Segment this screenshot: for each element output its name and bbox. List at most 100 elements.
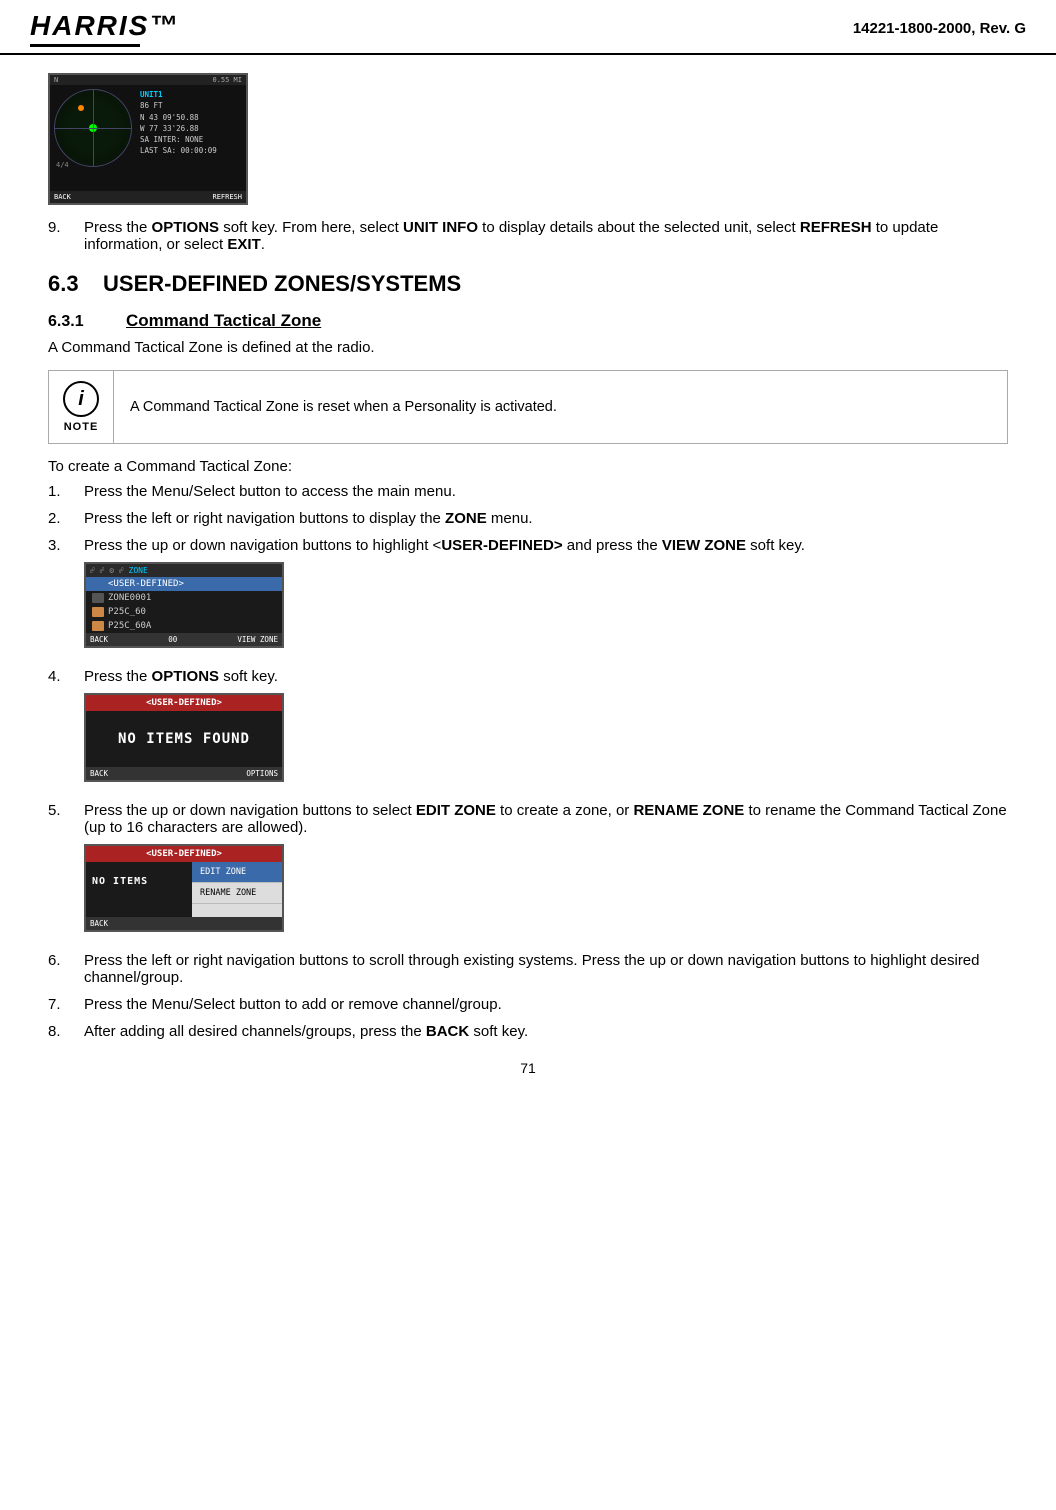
soft-key-refresh: REFRESH [212,193,242,201]
page-footer: 71 [48,1060,1008,1086]
doc-number: 14221-1800-2000, Rev. G [853,20,1026,37]
options-keyword: OPTIONS [152,219,220,236]
soft-options: OPTIONS [246,769,278,778]
screen-distance: 0.55 MI [212,76,242,84]
screen-soft-keys: BACK REFRESH [50,191,246,203]
back-keyword: BACK [426,1023,469,1040]
soft-back-3: BACK [90,769,108,778]
p25c60-label: P25C_60 [108,607,146,617]
step-2: 2. Press the left or right navigation bu… [48,510,1008,527]
p25c60a-label: P25C_60A [108,621,151,631]
soft-back-2: BACK [90,635,108,644]
radar-main: 4/4 UNIT1 86 FT N 43 09'50.88 W 77 33'26… [50,85,246,173]
note-box: i NOTE A Command Tactical Zone is reset … [48,370,1008,444]
section-631-title: Command Tactical Zone [126,311,321,331]
zone-keyword: ZONE [445,510,487,527]
screen3: <USER-DEFINED> NO ITEMS FOUND BACK OPTIO… [84,693,284,782]
step-6: 6. Press the left or right navigation bu… [48,952,1008,986]
screen3-header: <USER-DEFINED> [86,695,282,711]
unit-info-keyword: UNIT INFO [403,219,478,236]
p25c60a-icon [92,621,104,631]
view-zone-keyword: VIEW ZONE [662,537,746,554]
p25c60-icon [92,607,104,617]
refresh-keyword: REFRESH [800,219,872,236]
step-3: 3. Press the up or down navigation butto… [48,537,1008,658]
radar-circle [54,89,132,167]
screen4-body: NO ITEMS EDIT ZONE RENAME ZONE [86,862,282,917]
options-keyword-2: OPTIONS [152,668,220,685]
radar-circle-area: 4/4 [54,89,134,169]
note-icon-column: i NOTE [49,371,114,443]
screen2-footer: BACK 00 VIEW ZONE [86,633,282,646]
screen-image: N 0.55 MI 4/4 UNIT1 86 FT N 43 09'50.88 … [48,73,248,205]
step-5: 5. Press the up or down navigation butto… [48,802,1008,942]
step-8-content: After adding all desired channels/groups… [84,1023,1008,1040]
step-8: 8. After adding all desired channels/gro… [48,1023,1008,1040]
radar-crosshair-v [93,90,94,166]
step-9-num: 9. [48,219,84,253]
note-label: NOTE [64,421,99,433]
step-1-num: 1. [48,483,84,500]
step-1-content: Press the Menu/Select button to access t… [84,483,1008,500]
step-7: 7. Press the Menu/Select button to add o… [48,996,1008,1013]
screen4-menu: EDIT ZONE RENAME ZONE [192,862,282,917]
section-631-intro: A Command Tactical Zone is defined at th… [48,339,1008,356]
edit-zone-menu-item: EDIT ZONE [192,862,282,883]
screen2-row-selected: <USER-DEFINED> [86,577,282,591]
screen2: ☍ ☍ ⚙ ☍ ZONE <USER-DEFINED> ZONE0001 [84,562,284,648]
screen4: <USER-DEFINED> NO ITEMS EDIT ZONE RENAME… [84,844,284,932]
step-6-content: Press the left or right navigation butto… [84,952,1008,986]
step-1: 1. Press the Menu/Select button to acces… [48,483,1008,500]
step-2-content: Press the left or right navigation butto… [84,510,1008,527]
step-2-num: 2. [48,510,84,527]
step-7-content: Press the Menu/Select button to add or r… [84,996,1008,1013]
step-6-num: 6. [48,952,84,986]
zone0001-icon [92,593,104,603]
screen2-container: ☍ ☍ ⚙ ☍ ZONE <USER-DEFINED> ZONE0001 [84,562,1008,648]
rename-zone-menu-item: RENAME ZONE [192,883,282,904]
rename-zone-keyword: RENAME ZONE [633,802,744,819]
step-9-content: Press the OPTIONS soft key. From here, s… [84,219,1008,253]
screen-top-bar: N 0.55 MI [50,75,246,85]
page-header: HARRIS™ 14221-1800-2000, Rev. G [0,0,1056,55]
note-text: A Command Tactical Zone is reset when a … [114,371,573,443]
screen4-header: <USER-DEFINED> [86,846,282,862]
user-defined-label: <USER-DEFINED> [108,579,184,589]
radar-info: UNIT1 86 FT N 43 09'50.88 W 77 33'26.88 … [138,85,219,173]
user-defined-keyword: USER-DEFINED> [441,537,562,554]
edit-zone-keyword: EDIT ZONE [416,802,496,819]
screen2-row-zone0001: ZONE0001 [86,591,282,605]
create-intro: To create a Command Tactical Zone: [48,458,1008,475]
company-logo: HARRIS™ [30,10,179,42]
step-4-content: Press the OPTIONS soft key. <USER-DEFINE… [84,668,1008,792]
section-63-heading: 6.3 USER-DEFINED ZONES/SYSTEMS [48,271,1008,297]
screen4-footer: BACK [86,917,282,930]
step-4: 4. Press the OPTIONS soft key. <USER-DEF… [48,668,1008,792]
radar-page: 4/4 [56,161,69,169]
main-content: N 0.55 MI 4/4 UNIT1 86 FT N 43 09'50.88 … [0,55,1056,1116]
logo-underline [30,44,140,47]
screen2-row-p25c60: P25C_60 [86,605,282,619]
step-9: 9. Press the OPTIONS soft key. From here… [48,219,1008,253]
screen4-left: NO ITEMS [86,862,192,917]
zone0001-label: ZONE0001 [108,593,151,603]
soft-00: 00 [168,635,177,644]
section-63-title: USER-DEFINED ZONES/SYSTEMS [103,271,461,296]
step-4-num: 4. [48,668,84,792]
step-8-num: 8. [48,1023,84,1040]
screen2-row-p25c60a: P25C_60A ▼ [86,619,282,633]
soft-key-back: BACK [54,193,71,201]
step-5-content: Press the up or down navigation buttons … [84,802,1008,942]
screen2-header: ☍ ☍ ⚙ ☍ ZONE [86,564,282,577]
step9-screen: N 0.55 MI 4/4 UNIT1 86 FT N 43 09'50.88 … [48,73,1008,205]
soft-view-zone: VIEW ZONE [237,635,278,644]
step-5-num: 5. [48,802,84,942]
exit-keyword: EXIT [227,236,260,253]
screen-compass: N [54,76,58,84]
step-7-num: 7. [48,996,84,1013]
soft-back-4: BACK [90,919,108,928]
step-3-content: Press the up or down navigation buttons … [84,537,1008,658]
page-number: 71 [520,1060,536,1076]
screen2-icons: ☍ ☍ ⚙ ☍ ZONE [90,566,148,575]
note-icon: i [63,381,99,417]
